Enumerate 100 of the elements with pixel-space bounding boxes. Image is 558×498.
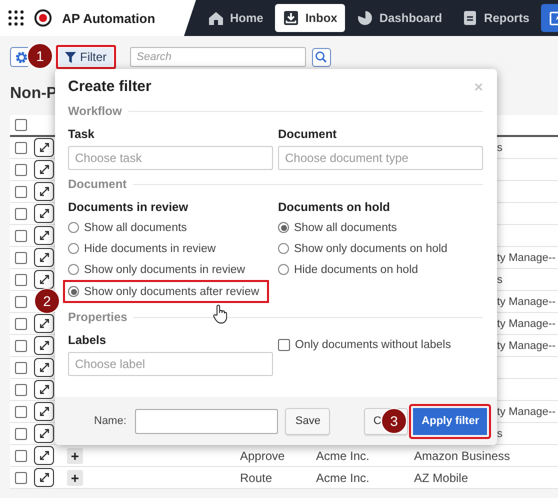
row-checkbox[interactable]: [15, 318, 27, 330]
search-field[interactable]: Search: [130, 47, 306, 67]
name-field[interactable]: [135, 408, 278, 434]
row-checkbox[interactable]: [15, 428, 27, 440]
section-heading: Document: [68, 177, 127, 191]
row-checkbox[interactable]: [15, 384, 27, 396]
expand-button[interactable]: [34, 336, 54, 355]
table-cell: ty Manage--: [497, 340, 556, 352]
apply-filter-button[interactable]: Apply filter: [409, 404, 492, 438]
row-checkbox[interactable]: [15, 142, 27, 154]
table-cell-text: Acme Inc.: [315, 448, 370, 462]
row-checkbox[interactable]: [15, 252, 27, 264]
pie-chart-icon: [357, 10, 374, 26]
app-title: AP Automation: [62, 10, 156, 26]
row-checkbox[interactable]: [15, 208, 27, 220]
add-button[interactable]: +: [67, 470, 83, 486]
row-checkbox[interactable]: [15, 340, 27, 352]
expand-arrows-icon: [40, 473, 48, 482]
table-cell: ty Manage--: [497, 296, 556, 308]
radio-option[interactable]: Show only documents on hold: [278, 238, 448, 259]
nav-tab[interactable]: Reports: [454, 4, 538, 32]
row-checkbox[interactable]: [15, 472, 27, 484]
row-checkbox[interactable]: [15, 164, 27, 176]
expand-button[interactable]: [34, 182, 54, 201]
field-label: Labels: [68, 333, 108, 347]
table-cell-text: Amazon Business: [413, 448, 512, 462]
dialog-title: Create filter: [68, 77, 152, 97]
expand-button[interactable]: [34, 270, 54, 289]
table-cell: ty Manage--: [497, 252, 556, 264]
table-cell: s: [497, 274, 502, 286]
radio-button[interactable]: [68, 222, 79, 233]
group-label: Documents on hold: [278, 200, 391, 214]
radio-option[interactable]: Hide documents on hold: [278, 259, 418, 280]
expand-button[interactable]: [34, 402, 54, 421]
expand-arrows-icon: [40, 363, 48, 372]
radio-option[interactable]: Show only documents in review: [68, 259, 246, 280]
field-label: Task: [68, 127, 96, 141]
field-label: Document: [278, 127, 338, 141]
page-title: Non-P: [10, 84, 58, 104]
expand-button[interactable]: [34, 248, 54, 267]
expand-button[interactable]: [34, 424, 54, 443]
row-checkbox[interactable]: [15, 186, 27, 198]
expand-arrows-icon: [40, 341, 48, 350]
expand-arrows-icon: [40, 253, 48, 262]
row-checkbox[interactable]: [15, 230, 27, 242]
row-checkbox[interactable]: [15, 274, 27, 286]
select-all-checkbox[interactable]: [15, 119, 27, 131]
search-button[interactable]: [312, 48, 331, 66]
add-button[interactable]: +: [67, 448, 83, 464]
nav-tab[interactable]: Inbox: [275, 4, 346, 32]
expand-arrows-icon: [40, 209, 48, 218]
radio-option[interactable]: Hide documents in review: [68, 238, 216, 259]
app-grid-icon: [8, 10, 24, 26]
table-cell: ty Manage--: [497, 318, 556, 330]
expand-button[interactable]: [34, 468, 54, 487]
group-label: Documents in review: [68, 200, 190, 214]
row-checkbox[interactable]: [15, 362, 27, 374]
row-checkbox[interactable]: [15, 296, 27, 308]
section-heading: Workflow: [68, 104, 122, 118]
expand-button[interactable]: [34, 446, 54, 465]
gear-icon: [15, 50, 28, 64]
radio-button[interactable]: [68, 243, 79, 254]
nav-tab[interactable]: Home: [200, 4, 272, 32]
hand-cursor-icon: [213, 304, 227, 324]
radio-button[interactable]: [278, 264, 289, 275]
radio-button[interactable]: [278, 222, 289, 233]
expand-arrows-icon: [40, 143, 48, 152]
expand-button[interactable]: [34, 160, 54, 179]
expand-button[interactable]: [34, 226, 54, 245]
table-cell-text: Approve: [239, 448, 286, 462]
select-field[interactable]: Choose label: [68, 352, 273, 376]
radio-button[interactable]: [278, 243, 289, 254]
expand-arrows-icon: [40, 165, 48, 174]
expand-arrows-icon: [40, 231, 48, 240]
expand-arrows-icon: [40, 429, 48, 438]
settings-button[interactable]: [10, 47, 28, 67]
row-checkbox[interactable]: [15, 406, 27, 418]
radio-option[interactable]: Show only documents after review: [63, 280, 270, 303]
save-button[interactable]: Save: [285, 408, 330, 434]
radio-option[interactable]: Show all documents: [278, 217, 397, 238]
checkbox[interactable]: [278, 339, 290, 351]
expand-arrows-icon: [40, 275, 48, 284]
expand-button[interactable]: [34, 358, 54, 377]
select-field[interactable]: Choose task: [68, 146, 273, 170]
radio-button[interactable]: [68, 264, 79, 275]
radio-option[interactable]: Show all documents: [68, 217, 187, 238]
table-cell-text: Route: [239, 470, 274, 484]
expand-button[interactable]: [34, 204, 54, 223]
expand-button[interactable]: [34, 314, 54, 333]
expand-button[interactable]: [34, 380, 54, 399]
funnel-icon: [65, 52, 76, 62]
nav-tab[interactable]: Dashboard: [349, 4, 450, 32]
row-checkbox[interactable]: [15, 450, 27, 462]
filter-button[interactable]: Filter: [56, 45, 116, 69]
logo-icon: [34, 9, 52, 27]
expand-arrows-icon: [40, 187, 48, 196]
radio-button[interactable]: [68, 286, 79, 297]
expand-arrows-icon: [40, 385, 48, 394]
select-field[interactable]: Choose document type: [278, 146, 483, 170]
expand-button[interactable]: [34, 138, 54, 157]
